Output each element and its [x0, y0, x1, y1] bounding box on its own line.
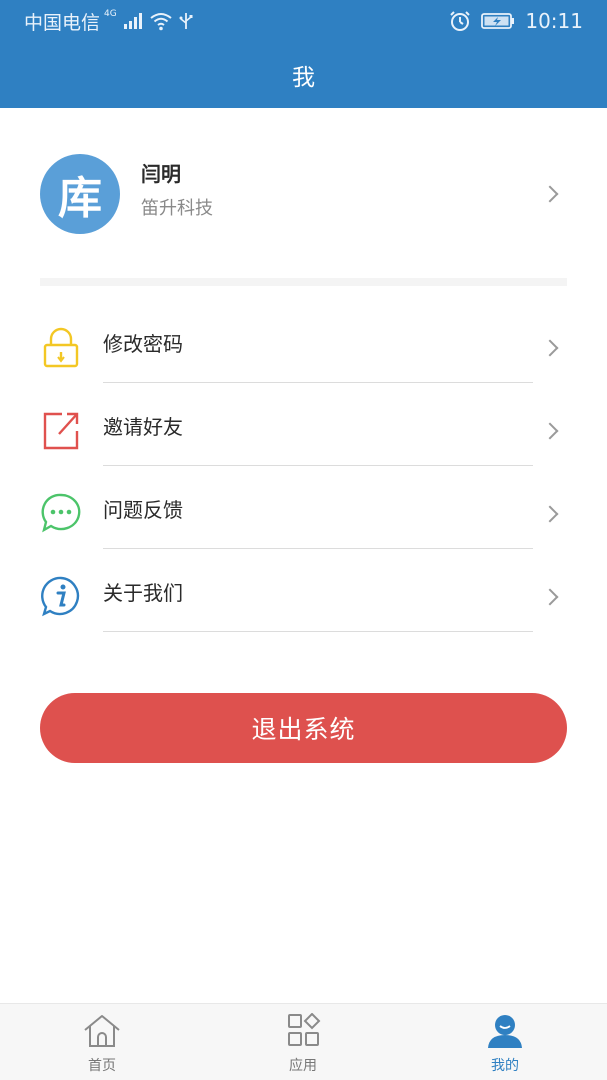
settings-menu: 修改密码 邀请好友 问题反馈 关于我们 — [0, 300, 607, 632]
menu-item-label: 邀请好友 — [103, 415, 183, 439]
logout-button[interactable]: 退出系统 — [40, 693, 567, 763]
section-divider — [40, 278, 567, 286]
menu-item-about-us[interactable]: 关于我们 — [0, 549, 607, 632]
user-company: 笛升科技 — [141, 198, 213, 219]
network-type: 4G — [104, 9, 117, 19]
chevron-right-icon — [541, 588, 559, 606]
status-right: 10:11 — [449, 8, 583, 34]
status-left: 中国电信 4G — [24, 8, 193, 34]
avatar: 库 — [40, 154, 120, 234]
lock-icon — [43, 327, 79, 368]
usb-icon — [179, 13, 193, 29]
status-bar: 中国电信 4G 10:11 — [0, 0, 607, 42]
user-name: 闫明 — [141, 162, 181, 186]
chevron-right-icon — [541, 505, 559, 523]
alarm-icon — [450, 11, 471, 31]
home-icon — [84, 1015, 120, 1047]
bottom-tab-bar: 首页 应用 我的 — [0, 1003, 607, 1080]
menu-item-label: 修改密码 — [103, 332, 183, 356]
chevron-right-icon — [541, 422, 559, 440]
signal-icon — [123, 13, 142, 29]
battery-charging-icon — [481, 13, 515, 29]
user-icon — [488, 1015, 522, 1048]
tab-home[interactable]: 首页 — [32, 1004, 172, 1080]
divider — [103, 631, 533, 632]
carrier-name: 中国电信 — [24, 11, 101, 34]
profile-card[interactable]: 库 闫明 笛升科技 — [0, 108, 607, 278]
tab-me[interactable]: 我的 — [435, 1004, 575, 1080]
app-header: 中国电信 4G 10:11 我 — [0, 0, 607, 108]
info-icon — [41, 576, 80, 617]
wifi-icon — [150, 13, 172, 31]
chevron-right-icon — [541, 185, 559, 203]
clock-time: 10:11 — [525, 9, 583, 33]
share-icon — [43, 412, 79, 450]
chevron-right-icon — [541, 339, 559, 357]
tab-label: 应用 — [289, 1058, 317, 1074]
chat-bubble-icon — [41, 493, 81, 533]
menu-item-label: 关于我们 — [103, 581, 183, 605]
menu-item-label: 问题反馈 — [103, 498, 183, 522]
tab-apps[interactable]: 应用 — [233, 1004, 373, 1080]
tab-label: 我的 — [491, 1058, 519, 1074]
menu-item-feedback[interactable]: 问题反馈 — [0, 466, 607, 549]
menu-item-change-password[interactable]: 修改密码 — [0, 300, 607, 383]
apps-grid-icon — [288, 1013, 321, 1046]
menu-item-invite-friends[interactable]: 邀请好友 — [0, 383, 607, 466]
page-title: 我 — [292, 65, 315, 91]
tab-label: 首页 — [88, 1058, 116, 1074]
